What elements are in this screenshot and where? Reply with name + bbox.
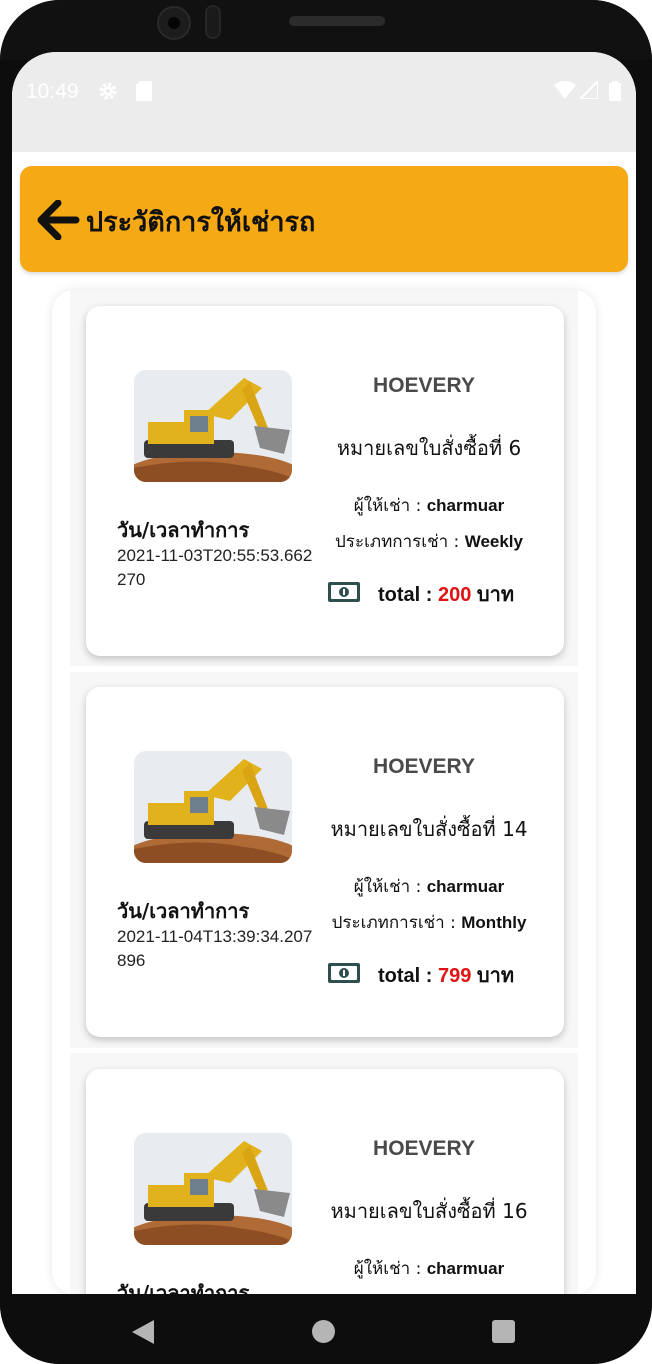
order-card[interactable]: วัน/เวลาทำการ 2021-11-03T20:55:53.662270… — [86, 306, 564, 656]
total-line: total : 799 บาท — [378, 959, 514, 991]
app-screen: 10:49 ประวัติการให้เช่ารถ วัน/เวลาทำการ … — [12, 52, 636, 1294]
datetime-value: 2021-11-03T20:55:53.662270 — [117, 546, 313, 589]
earpiece-speaker — [289, 16, 385, 26]
renter-line: ผู้ให้เช่า : charmuar — [314, 492, 544, 519]
total-line: total : 200 บาท — [378, 578, 514, 610]
renter-prefix: ผู้ให้เช่า : — [353, 1259, 427, 1279]
rental-history-list[interactable]: วัน/เวลาทำการ 2021-11-03T20:55:53.662270… — [52, 290, 596, 1294]
rent-type-line: ประเภทการเช่า : Monthly — [314, 909, 544, 936]
rent-type-prefix: ประเภทการเช่า : — [335, 532, 465, 552]
order-card[interactable]: วัน/เวลาทำการ HOEVERY หมายเลขใบสั่งซื้อท… — [86, 1069, 564, 1294]
currency-label: บาท — [471, 584, 515, 606]
brand-name: HOEVERY — [373, 1137, 475, 1160]
phone-bezel-top — [0, 0, 652, 60]
wifi-icon — [554, 81, 576, 102]
status-time: 10:49 — [26, 80, 79, 103]
gear-icon — [98, 81, 118, 104]
app-header: ประวัติการให้เช่ารถ — [20, 166, 628, 272]
renter-line: ผู้ให้เช่า : charmuar — [314, 1255, 544, 1282]
renter-name: charmuar — [426, 1259, 505, 1278]
banknote-icon — [327, 581, 361, 603]
nav-home-icon[interactable] — [312, 1320, 335, 1343]
rent-type-prefix: ประเภทการเช่า : — [331, 913, 462, 933]
proximity-sensor — [205, 5, 221, 39]
nav-back-icon[interactable] — [132, 1320, 154, 1344]
total-amount: 200 — [438, 584, 472, 606]
order-number: หมายเลขใบสั่งซื้อที่ 16 — [330, 1199, 528, 1223]
order-number: หมายเลขใบสั่งซื้อที่ 6 — [336, 436, 522, 460]
status-bar: 10:49 — [12, 52, 636, 152]
excavator-image — [134, 1133, 292, 1245]
renter-prefix: ผู้ให้เช่า : — [353, 877, 427, 897]
order-number: หมายเลขใบสั่งซื้อที่ 14 — [330, 817, 528, 841]
rent-type-value: Weekly — [464, 532, 523, 551]
datetime-label: วัน/เวลาทำการ — [117, 899, 250, 923]
datetime-value: 2021-11-04T13:39:34.207896 — [117, 927, 313, 970]
order-card[interactable]: วัน/เวลาทำการ 2021-11-04T13:39:34.207896… — [86, 687, 564, 1037]
brand-name: HOEVERY — [373, 755, 475, 778]
signal-icon — [577, 78, 599, 102]
currency-label: บาท — [471, 965, 515, 987]
datetime-label: วัน/เวลาทำการ — [117, 518, 250, 542]
phone-frame: 10:49 ประวัติการให้เช่ารถ วัน/เวลาทำการ … — [0, 0, 652, 1364]
banknote-icon — [327, 962, 361, 984]
excavator-image — [134, 370, 292, 482]
front-camera — [157, 6, 191, 40]
total-amount: 799 — [438, 965, 472, 987]
brand-name: HOEVERY — [373, 374, 475, 397]
renter-name: charmuar — [426, 496, 505, 515]
sim-card-icon — [136, 81, 152, 104]
renter-line: ผู้ให้เช่า : charmuar — [314, 873, 544, 900]
renter-prefix: ผู้ให้เช่า : — [353, 496, 427, 516]
total-prefix: total : — [378, 965, 438, 987]
datetime-label: วัน/เวลาทำการ — [117, 1281, 250, 1294]
arrow-left-icon[interactable] — [36, 199, 80, 241]
nav-recents-icon[interactable] — [492, 1320, 515, 1343]
total-prefix: total : — [378, 584, 438, 606]
battery-icon — [609, 81, 621, 104]
page-title: ประวัติการให้เช่ารถ — [86, 207, 316, 238]
rent-type-value: Monthly — [461, 913, 527, 932]
rent-type-line: ประเภทการเช่า : Weekly — [314, 528, 544, 555]
renter-name: charmuar — [426, 877, 505, 896]
excavator-image — [134, 751, 292, 863]
